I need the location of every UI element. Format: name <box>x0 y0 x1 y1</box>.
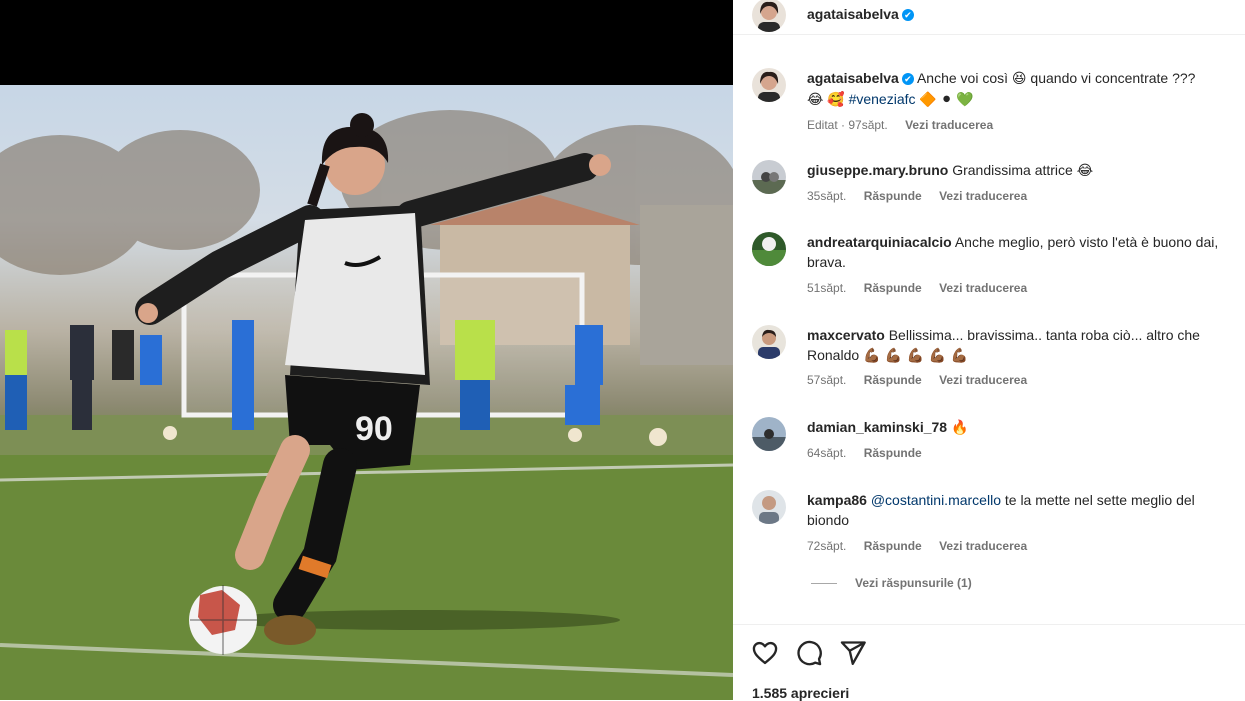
comment-text: giuseppe.mary.bruno Grandissima attrice … <box>807 160 1237 181</box>
see-translation-link[interactable]: Vezi traducerea <box>939 189 1027 203</box>
comment-meta: 35săpt. Răspunde Vezi traducerea <box>807 189 1041 203</box>
comment-username[interactable]: andreatarquiniacalcio <box>807 234 952 250</box>
comment-time: 35săpt. <box>807 189 847 203</box>
comment-text: maxcervato Bellissima... bravissima.. ta… <box>807 325 1237 366</box>
caption-text-2: quando vi concentrate ??? <box>1030 70 1196 86</box>
emoji-love: 🥰 <box>827 92 845 108</box>
soccer-scene-illustration: 90 <box>0 110 733 700</box>
comment-time: 64săpt. <box>807 446 847 460</box>
replies-divider <box>811 583 837 585</box>
post-header: agataisabelva ✔ <box>733 0 1245 35</box>
commenter-avatar[interactable] <box>752 490 786 524</box>
emoji-black-circle: ⚫ <box>940 92 953 108</box>
comment-icon[interactable] <box>795 639 823 667</box>
emoji-orange-diamond: 🔶 <box>919 92 937 108</box>
comment-text: andreatarquiniacalcio Anche meglio, però… <box>807 232 1237 272</box>
comment-text: damian_kaminski_78 🔥 <box>807 417 1237 438</box>
comment-text: kampa86 @costantini.marcello te la mette… <box>807 490 1237 530</box>
caption-meta: Editat · 97săpt. Vezi traducerea <box>807 118 1007 132</box>
see-translation-link[interactable]: Vezi traducerea <box>939 539 1027 553</box>
see-translation-link[interactable]: Vezi traducerea <box>939 281 1027 295</box>
caption-edited-time: Editat · 97săpt. <box>807 118 888 132</box>
heart-icon[interactable] <box>751 639 779 667</box>
comment-username[interactable]: damian_kaminski_78 <box>807 419 947 435</box>
comment-time: 57săpt. <box>807 373 847 387</box>
reply-button[interactable]: Răspunde <box>864 446 922 460</box>
comment-username[interactable]: maxcervato <box>807 327 885 343</box>
post-actions-bar: 1.585 aprecieri <box>733 624 1245 701</box>
share-icon[interactable] <box>839 639 867 667</box>
emoji-green-heart: 💚 <box>956 92 974 108</box>
emoji-flexed-biceps: 💪🏾 💪🏾 💪🏾 💪🏾 💪🏾 <box>863 348 969 364</box>
commenter-avatar[interactable] <box>752 417 786 451</box>
see-translation-link[interactable]: Vezi traducerea <box>905 118 993 132</box>
caption-text-1: Anche voi così <box>916 70 1009 86</box>
author-avatar[interactable] <box>752 0 786 32</box>
comment-time: 51săpt. <box>807 281 847 295</box>
caption-text: agataisabelva ✔ Anche voi così 😆 quando v… <box>807 68 1237 110</box>
commenter-avatar[interactable] <box>752 160 786 194</box>
post-photo: 90 <box>0 85 733 700</box>
emoji-laugh: 😂 <box>1076 163 1094 179</box>
likes-count[interactable]: 1.585 aprecieri <box>752 685 849 701</box>
hashtag-link[interactable]: #veneziafc <box>849 91 916 107</box>
comment-meta: 64săpt. Răspunde <box>807 446 936 460</box>
emoji-laugh: 😂 <box>807 92 824 108</box>
commenter-avatar[interactable] <box>752 232 786 266</box>
svg-text:90: 90 <box>355 410 393 448</box>
comment-username[interactable]: kampa86 <box>807 492 867 508</box>
post-side-panel: agataisabelva ✔ agataisabelva ✔ Anche voi … <box>733 0 1245 701</box>
comment-body: Grandissima attrice <box>952 162 1073 178</box>
comment-meta: 72săpt. Răspunde Vezi traducerea <box>807 539 1041 553</box>
post-media[interactable]: 90 <box>0 0 733 700</box>
verified-badge-icon: ✔ <box>901 73 914 85</box>
comment-meta: 57săpt. Răspunde Vezi traducerea <box>807 373 1041 387</box>
view-replies-label: Vezi răspunsurile (1) <box>855 576 972 590</box>
author-username[interactable]: agataisabelva <box>807 6 899 22</box>
see-translation-link[interactable]: Vezi traducerea <box>939 373 1027 387</box>
mention-link[interactable]: @costantini.marcello <box>871 492 1001 508</box>
reply-button[interactable]: Răspunde <box>864 189 922 203</box>
verified-badge-icon: ✔ <box>901 9 914 21</box>
caption-avatar[interactable] <box>752 68 786 102</box>
comment-time: 72săpt. <box>807 539 847 553</box>
reply-button[interactable]: Răspunde <box>864 373 922 387</box>
comment-meta: 51săpt. Răspunde Vezi traducerea <box>807 281 1041 295</box>
view-replies-button[interactable]: Vezi răspunsurile (1) <box>811 576 972 590</box>
reply-button[interactable]: Răspunde <box>864 281 922 295</box>
emoji-grin: 😆 <box>1011 71 1027 87</box>
reply-button[interactable]: Răspunde <box>864 539 922 553</box>
emoji-fire: 🔥 <box>950 420 969 436</box>
commenter-avatar[interactable] <box>752 325 786 359</box>
comment-username[interactable]: giuseppe.mary.bruno <box>807 162 948 178</box>
caption-username[interactable]: agataisabelva <box>807 70 899 86</box>
